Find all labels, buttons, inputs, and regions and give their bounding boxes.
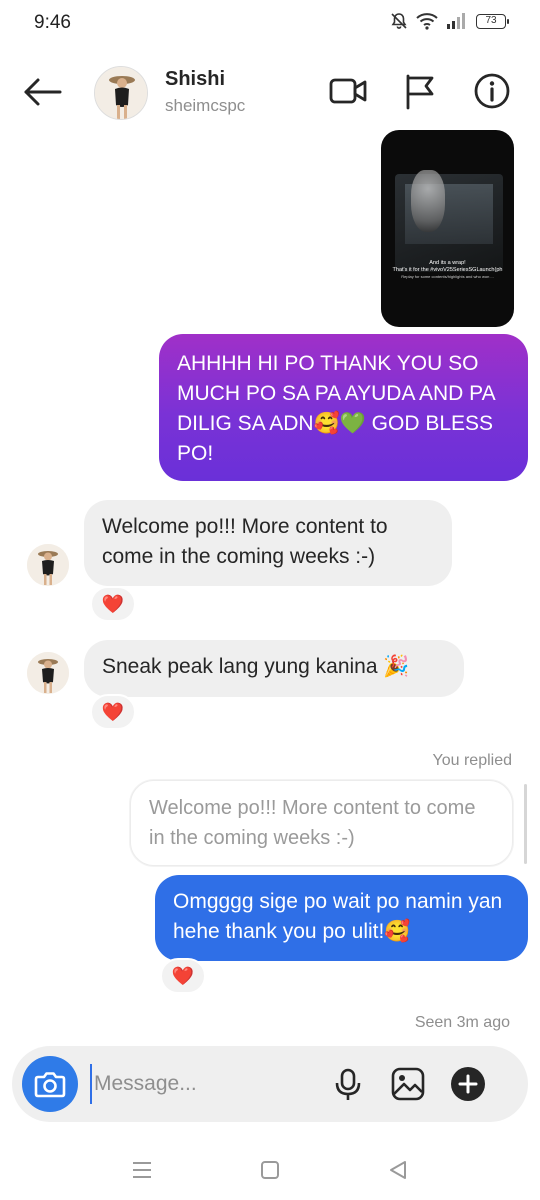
recent-apps-button[interactable] bbox=[130, 1158, 154, 1182]
status-icons: 73 bbox=[390, 12, 509, 30]
contact-name[interactable]: Shishi bbox=[165, 68, 225, 91]
mute-bell-icon bbox=[391, 13, 407, 29]
story-caption-small: Replay for some contents/highlights and … bbox=[401, 274, 494, 279]
back-arrow-icon bbox=[24, 78, 62, 106]
flag-icon bbox=[406, 74, 434, 110]
chat-header: Shishi sheimcspc bbox=[0, 48, 540, 134]
home-button[interactable] bbox=[258, 1158, 282, 1182]
avatar-image bbox=[27, 652, 69, 694]
heart-icon: ❤️ bbox=[101, 593, 125, 614]
voice-message-button[interactable] bbox=[330, 1066, 366, 1102]
story-caption-title: And its a wrap! bbox=[429, 260, 466, 266]
story-caption: And its a wrap! That's it for the #vivoV… bbox=[387, 260, 508, 280]
story-caption-subtitle: That's it for the #vivoV25SeriesSGLaunch… bbox=[392, 267, 503, 273]
sent-message-bubble[interactable]: Omgggg sige po wait po namin yan hehe th… bbox=[155, 875, 528, 961]
gallery-icon bbox=[391, 1067, 425, 1101]
heart-icon: ❤️ bbox=[101, 701, 125, 722]
reply-quote-bubble[interactable]: Welcome po!!! More content to come in th… bbox=[130, 780, 513, 866]
camera-icon bbox=[34, 1072, 66, 1098]
heart-reaction[interactable]: ❤️ bbox=[90, 694, 136, 730]
home-square-icon bbox=[261, 1161, 279, 1179]
status-bar: 9:46 73 bbox=[0, 0, 540, 48]
back-nav-button[interactable] bbox=[386, 1158, 410, 1182]
seen-status: Seen 3m ago bbox=[414, 1014, 510, 1031]
message-input[interactable] bbox=[90, 1064, 320, 1104]
reply-indicator-bar bbox=[524, 784, 527, 864]
contact-handle[interactable]: sheimcspc bbox=[165, 96, 245, 116]
back-triangle-icon bbox=[390, 1161, 406, 1179]
info-icon bbox=[474, 73, 510, 109]
back-button[interactable] bbox=[20, 72, 64, 112]
video-call-icon bbox=[329, 78, 367, 104]
info-button[interactable] bbox=[471, 70, 513, 112]
status-time: 9:46 bbox=[34, 12, 71, 33]
video-call-button[interactable] bbox=[327, 70, 369, 112]
microphone-icon bbox=[335, 1068, 361, 1100]
received-message-bubble[interactable]: Welcome po!!! More content to come in th… bbox=[84, 500, 452, 586]
camera-button[interactable] bbox=[22, 1056, 78, 1112]
gallery-button[interactable] bbox=[390, 1066, 426, 1102]
add-icon bbox=[451, 1067, 485, 1101]
sender-avatar[interactable] bbox=[27, 544, 69, 586]
sender-avatar[interactable] bbox=[27, 652, 69, 694]
avatar-image bbox=[27, 544, 69, 586]
story-glass-image bbox=[411, 170, 445, 232]
avatar-image bbox=[95, 67, 147, 119]
sent-message-bubble[interactable]: AHHHH HI PO THANK YOU SO MUCH PO SA PA A… bbox=[159, 334, 528, 481]
avatar[interactable] bbox=[94, 66, 148, 120]
system-navigation-bar bbox=[0, 1140, 540, 1200]
menu-icon bbox=[133, 1162, 151, 1178]
report-button[interactable] bbox=[400, 70, 442, 112]
heart-icon: ❤️ bbox=[171, 965, 195, 986]
more-options-button[interactable] bbox=[450, 1066, 486, 1102]
message-composer bbox=[12, 1046, 528, 1122]
signal-icon bbox=[447, 13, 465, 29]
battery-icon: 73 bbox=[476, 13, 509, 29]
wifi-icon bbox=[416, 13, 438, 30]
received-message-bubble[interactable]: Sneak peak lang yung kanina 🎉 bbox=[84, 640, 464, 697]
heart-reaction[interactable]: ❤️ bbox=[160, 958, 206, 994]
shared-story-card[interactable]: And its a wrap! That's it for the #vivoV… bbox=[381, 130, 514, 327]
heart-reaction[interactable]: ❤️ bbox=[90, 586, 136, 622]
you-replied-label: You replied bbox=[432, 752, 512, 769]
